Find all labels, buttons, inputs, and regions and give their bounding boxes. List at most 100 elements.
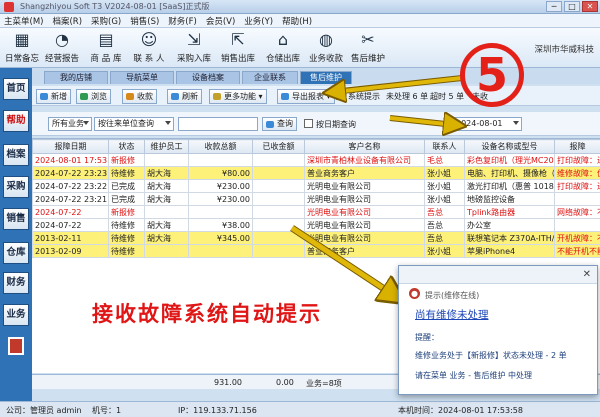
filter-bar: 所有业务 按往来单位查询 查询 按日期查询 2024-08-01	[32, 112, 600, 136]
notification-popup: ✕ ● 提示(维修在线) 尚有维修未处理 提醒： 维修业务处于【新报修】状态未处…	[398, 265, 598, 395]
toolbar-payment[interactable]: ◍ 业务收款	[306, 30, 346, 66]
chevron-down-icon	[513, 121, 519, 125]
close-button[interactable]: ✕	[582, 1, 598, 12]
col-device[interactable]: 设备名称或型号	[464, 139, 555, 154]
date-filter-checkbox[interactable]	[304, 119, 313, 128]
footer-count: 业务=8项	[306, 379, 342, 388]
menu-sales[interactable]: 销售(S)	[130, 15, 159, 27]
sidebar-item-purchase[interactable]: 采购	[3, 176, 29, 198]
menu-bar: 主菜单(M) 档案(R) 采购(G) 销售(S) 财务(F) 会员(V) 业务(…	[0, 14, 600, 28]
overdue-count: 超时 5 单	[430, 92, 465, 101]
table-row[interactable]: 2024-08-01 17:53: 新报修 深圳市青柏林业设备有限公司 毛总 彩色复印机…	[32, 153, 600, 167]
system-prompt-label: 系统提示	[348, 92, 380, 101]
refresh-icon	[171, 93, 179, 100]
warehouse-icon: ⌂	[277, 30, 289, 49]
collect-button[interactable]: 收款	[122, 89, 157, 104]
status-company: 公司：管理员 admin	[6, 406, 82, 415]
close-icon[interactable]: ✕	[583, 269, 591, 280]
menu-member[interactable]: 会员(V)	[206, 15, 235, 27]
col-total[interactable]: 收款总额	[188, 139, 253, 154]
window-title: Shangzhiyou Soft T3 V2024-08-01 [SaaS]正式…	[20, 2, 210, 11]
title-bar: Shangzhiyou Soft T3 V2024-08-01 [SaaS]正式…	[0, 0, 600, 14]
system-prompt-checkbox[interactable]	[336, 89, 345, 100]
toolbar-daily-memo[interactable]: ▦ 日常备忘	[2, 30, 42, 66]
refresh-button[interactable]: 刷新	[167, 89, 202, 104]
sales-icon: ⇱	[231, 30, 245, 49]
maximize-button[interactable]: □	[564, 1, 580, 12]
export-report-button[interactable]: 导出报表 ▾	[277, 89, 335, 104]
popup-line-1: 提醒：	[415, 333, 439, 342]
sidebar-item-help[interactable]: 帮助	[3, 110, 29, 132]
menu-business[interactable]: 业务(Y)	[244, 15, 273, 27]
status-bar: 公司：管理员 admin 机号：1 IP：119.133.71.156 本机时间…	[0, 401, 600, 417]
browse-button[interactable]: 浏览	[76, 89, 111, 104]
col-customer[interactable]: 客户名称	[304, 139, 425, 154]
purchase-icon: ⇲	[187, 30, 201, 49]
sidebar-item-records[interactable]: 档案	[3, 144, 29, 166]
status-time: 本机时间：2024-08-01 17:53:58	[398, 406, 523, 415]
toolbar-after-sales[interactable]: ✂ 售后维护	[348, 30, 388, 66]
toolbar-warehouse-out[interactable]: ⌂ 仓储出库	[263, 30, 303, 66]
date-picker[interactable]: 2024-08-01	[452, 117, 522, 131]
tools-icon: ✂	[361, 30, 375, 49]
app-logo-icon	[4, 2, 14, 12]
search-icon	[266, 121, 274, 128]
sidebar-item-finance[interactable]: 财务	[3, 272, 29, 294]
menu-finance[interactable]: 财务(F)	[168, 15, 197, 27]
status-ip: IP：119.133.71.156	[178, 406, 257, 415]
tab-after-sales[interactable]: 售后维护	[300, 71, 352, 84]
col-received[interactable]: 已收金额	[252, 139, 305, 154]
col-report-date[interactable]: 报障日期	[32, 139, 109, 154]
tab-nav-menu[interactable]: 导航菜单	[110, 71, 174, 84]
popup-header: ✕	[399, 266, 597, 284]
toolbar-product-library[interactable]: ▤ 商 品 库	[86, 30, 126, 66]
sidebar-item-sales[interactable]: 销售	[3, 208, 29, 230]
tab-my-store[interactable]: 我的店铺	[44, 71, 108, 84]
table-row[interactable]: 2024-07-22新报修光明电业有限公司吾总Tplink路由器网络故障：不能	[32, 205, 600, 219]
popup-link[interactable]: 尚有维修未处理	[415, 307, 489, 322]
tab-device-records[interactable]: 设备档案	[176, 71, 240, 84]
table-row[interactable]: 2013-02-11 待维修 胡大海 ¥345.00 光明电业有限公司 吾总 联想笔记本 Z…	[32, 231, 600, 245]
col-status[interactable]: 状态	[108, 139, 145, 154]
table-row[interactable]: 2024-07-22 23:21: 已完成 胡大海 ¥230.00 光明电业有限公司 张小…	[32, 192, 600, 206]
more-functions-button[interactable]: 更多功能 ▾	[209, 89, 267, 104]
payment-icon: ◍	[319, 30, 333, 49]
query-mode-select[interactable]: 按往来单位查询	[94, 117, 174, 131]
sidebar-item-warehouse[interactable]: 仓库	[3, 242, 29, 264]
toolbar-contacts[interactable]: ☺ 联 系 人	[129, 30, 169, 66]
menu-purchase[interactable]: 采购(G)	[91, 15, 121, 27]
menu-main[interactable]: 主菜单(M)	[4, 15, 43, 27]
exit-icon[interactable]	[8, 337, 24, 355]
popup-title: 提示(维修在线)	[425, 291, 480, 300]
caption-text: 接收故障系统自动提示	[92, 302, 322, 326]
product-icon: ▤	[98, 30, 114, 49]
toolbar-sales-out[interactable]: ⇱ 销售出库	[218, 30, 258, 66]
unit-search-input[interactable]	[178, 117, 258, 131]
browse-icon	[80, 93, 88, 100]
popup-line-3: 请在菜单 业务 - 售后维护 中处理	[415, 371, 533, 380]
col-staff[interactable]: 维护员工	[144, 139, 189, 154]
query-button[interactable]: 查询	[262, 117, 297, 131]
toolbar-purchase-in[interactable]: ⇲ 采购入库	[174, 30, 214, 66]
export-icon	[281, 93, 289, 100]
status-machine: 机号：1	[92, 406, 122, 415]
new-button[interactable]: 新增	[36, 89, 71, 104]
menu-help[interactable]: 帮助(H)	[282, 15, 312, 27]
menu-records[interactable]: 档案(R)	[52, 15, 82, 27]
table-row[interactable]: 2024-07-22 23:22: 已完成 胡大海 ¥230.00 光明电业有限公司 张小…	[32, 179, 600, 193]
sidebar-item-home[interactable]: 首页	[3, 78, 29, 100]
business-select[interactable]: 所有业务	[48, 117, 92, 131]
col-fault[interactable]: 报障	[554, 139, 600, 154]
table-row[interactable]: 2013-02-09待维修普业商务客户张小姐苹果iPhone4不能开机不能充	[32, 244, 600, 258]
chevron-down-icon	[165, 121, 171, 125]
minimize-button[interactable]: ─	[546, 1, 562, 12]
toolbar-business-report[interactable]: ◔ 经营报告	[42, 30, 82, 66]
tab-enterprise-contact[interactable]: 企业联系	[242, 71, 298, 84]
calendar-icon: ▦	[14, 30, 30, 49]
col-contact[interactable]: 联系人	[424, 139, 465, 154]
table-row[interactable]: 2024-07-22 待维修 胡大海 ¥38.00 光明电业有限公司 吾总 办公室	[32, 218, 600, 232]
new-icon	[40, 93, 48, 100]
sidebar-item-business[interactable]: 业务	[3, 304, 29, 326]
collect-icon	[126, 93, 134, 100]
table-row[interactable]: 2024-07-22 23:23: 待维修 胡大海 ¥80.00 普业商务客户 张小姐 电脑…	[32, 166, 600, 180]
